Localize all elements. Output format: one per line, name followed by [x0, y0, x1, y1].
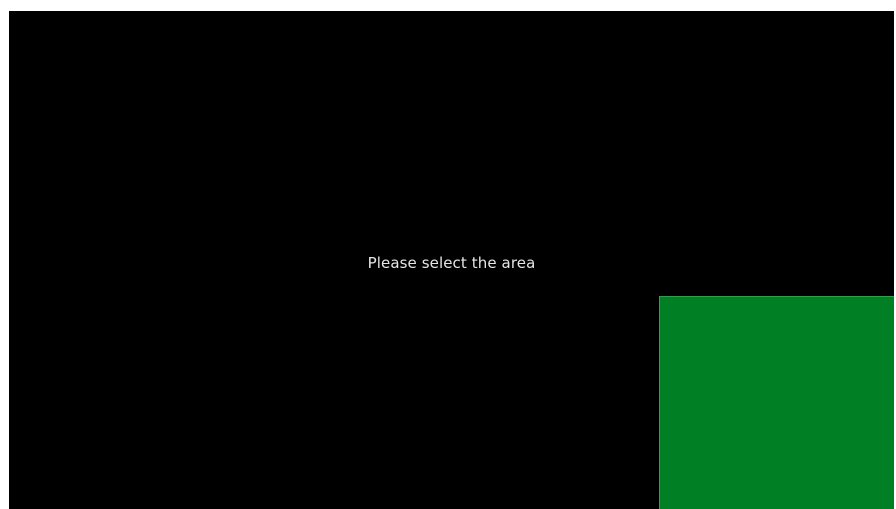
selection-prompt: Please select the area	[367, 254, 536, 272]
area-selection-overlay[interactable]: Please select the area	[9, 11, 894, 509]
selection-rectangle[interactable]	[659, 296, 894, 509]
